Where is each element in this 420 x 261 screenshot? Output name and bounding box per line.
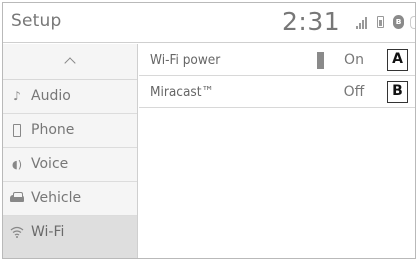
setting-value: Off	[343, 84, 365, 100]
car-icon	[9, 182, 25, 215]
battery-icon	[377, 16, 384, 28]
bluetooth-icon: ʙ	[393, 15, 404, 29]
signal-icon	[356, 16, 370, 29]
sidebar-item-wifi[interactable]: Wi-Fi	[3, 216, 137, 258]
header-bar: Setup 2:31 ʙ	[3, 3, 415, 43]
sidebar-item-audio[interactable]: ♪ Audio	[3, 80, 137, 114]
setting-value: On	[344, 52, 364, 68]
setup-screen: Setup 2:31 ʙ ♪ Audio Phone ◖) Voice Vehi…	[2, 2, 416, 259]
sidebar-item-voice[interactable]: ◖) Voice	[3, 148, 137, 182]
sidebar-item-label: Vehicle	[31, 190, 82, 206]
wifi-power-row[interactable]: Wi-Fi power On A	[139, 44, 415, 76]
screen-title: Setup	[11, 11, 62, 31]
sidebar-item-phone[interactable]: Phone	[3, 114, 137, 148]
callout-b: B	[387, 81, 408, 103]
sidebar-item-vehicle[interactable]: Vehicle	[3, 182, 137, 216]
sidebar-item-label: Audio	[31, 88, 71, 104]
sidebar-item-label: Phone	[31, 122, 75, 138]
scroll-up-button[interactable]	[3, 44, 137, 80]
sidebar-item-label: Voice	[31, 156, 69, 172]
phone-icon	[9, 114, 25, 147]
settings-list: Wi-Fi power On A Miracast™ Off B	[139, 44, 415, 258]
sidebar-item-label: Wi-Fi	[31, 224, 65, 240]
music-note-icon: ♪	[13, 89, 21, 103]
miracast-row[interactable]: Miracast™ Off B	[139, 76, 415, 108]
status-icon	[410, 16, 415, 29]
status-icons: ʙ	[356, 15, 415, 30]
callout-a: A	[387, 49, 408, 71]
voice-icon: ◖)	[11, 158, 23, 171]
toggle-on-indicator	[317, 52, 324, 69]
wifi-icon	[9, 216, 25, 249]
setting-label: Miracast™	[150, 84, 214, 100]
sidebar: ♪ Audio Phone ◖) Voice Vehicle Wi-Fi	[3, 44, 138, 258]
clock: 2:31	[282, 7, 341, 36]
setting-label: Wi-Fi power	[150, 52, 221, 68]
chevron-up-icon	[64, 57, 76, 69]
